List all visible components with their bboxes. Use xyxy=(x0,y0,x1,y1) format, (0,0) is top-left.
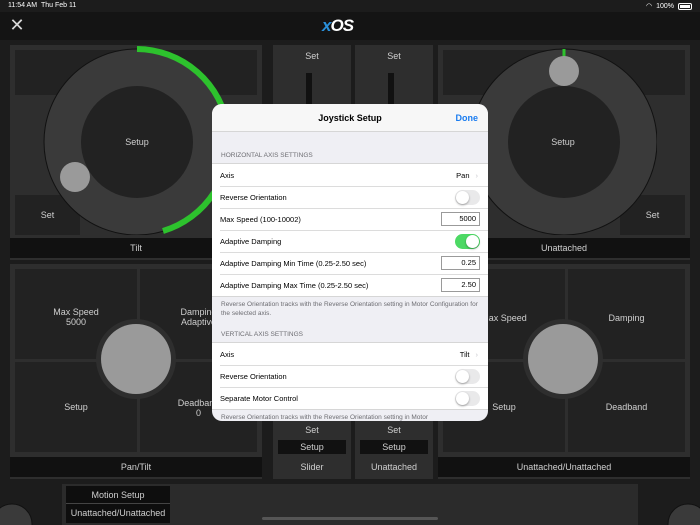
adaptive-damping-row: Adaptive Damping xyxy=(212,230,488,252)
close-icon[interactable]: ✕ xyxy=(8,16,26,34)
vertical-reverse-toggle[interactable] xyxy=(455,369,480,384)
unattached-mid-caption: Unattached xyxy=(370,462,418,472)
pan-tilt-joystick-knob[interactable] xyxy=(95,318,177,400)
home-indicator xyxy=(262,517,438,520)
tilt-setup-label[interactable]: Setup xyxy=(110,137,164,147)
horizontal-section-header: HORIZONTAL AXIS SETTINGS xyxy=(221,152,313,159)
max-speed-input[interactable]: 5000 xyxy=(441,212,480,226)
right-setup-label[interactable]: Setup xyxy=(536,137,590,147)
slider-caption: Slider xyxy=(300,462,324,472)
horizontal-max-speed-row: Max Speed (100-10002) 5000 xyxy=(212,208,488,230)
pan-tilt-caption: Pan/Tilt xyxy=(10,457,262,477)
motion-assignment-label: Unattached/Unattached xyxy=(70,508,166,518)
unattached-lower-set[interactable]: Set xyxy=(355,425,433,435)
status-time-date: 11:54 AM Thu Feb 11 xyxy=(8,2,77,9)
unattached-setup-button[interactable]: Setup xyxy=(360,440,428,454)
separate-motor-row: Separate Motor Control xyxy=(212,387,488,409)
right-edge-dial xyxy=(667,503,700,525)
right-lower-joystick-knob[interactable] xyxy=(522,318,604,400)
unattached-lower-panel: Set Setup Unattached xyxy=(355,420,433,479)
adaptive-max-time-row: Adaptive Damping Max Time (0.25-2.50 sec… xyxy=(212,274,488,296)
slider-setup-button[interactable]: Setup xyxy=(278,440,346,454)
battery-percent: 100% xyxy=(656,2,674,10)
horizontal-reverse-toggle[interactable] xyxy=(455,190,480,205)
right-lower-caption: Unattached/Unattached xyxy=(438,457,690,477)
modal-title: Joystick Setup xyxy=(318,113,382,123)
vertical-axis-row[interactable]: Axis Tilt › xyxy=(212,343,488,365)
adaptive-min-time-row: Adaptive Damping Min Time (0.25-2.50 sec… xyxy=(212,252,488,274)
max-time-input[interactable]: 2.50 xyxy=(441,278,480,292)
motion-setup-button[interactable]: Motion Setup xyxy=(66,490,170,500)
status-right: ◠ 100% xyxy=(646,2,692,10)
motion-setup-tile[interactable]: Motion Setup Unattached/Unattached xyxy=(66,486,170,523)
vertical-reverse-row: Reverse Orientation xyxy=(212,365,488,387)
status-bar: 11:54 AM Thu Feb 11 ◠ 100% xyxy=(0,0,700,12)
min-time-input[interactable]: 0.25 xyxy=(441,256,480,270)
wifi-icon: ◠ xyxy=(645,3,653,10)
done-button[interactable]: Done xyxy=(456,113,479,123)
separate-motor-toggle[interactable] xyxy=(455,391,480,406)
slider-set-label[interactable]: Set xyxy=(273,51,351,61)
vertical-section-header: VERTICAL AXIS SETTINGS xyxy=(221,331,303,338)
slider-lower-set[interactable]: Set xyxy=(273,425,351,435)
horizontal-footer-note: Reverse Orientation tracks with the Reve… xyxy=(221,301,478,317)
motion-setup-divider xyxy=(66,503,170,504)
horizontal-reverse-row: Reverse Orientation xyxy=(212,186,488,208)
unattached-set-label[interactable]: Set xyxy=(355,51,433,61)
adaptive-damping-toggle[interactable] xyxy=(455,234,480,249)
horizontal-settings-group: Axis Pan › Reverse Orientation Max Speed … xyxy=(212,163,488,297)
horizontal-axis-row[interactable]: Axis Pan › xyxy=(212,164,488,186)
app-logo: xOS xyxy=(322,16,354,35)
vertical-footer-note: Reverse Orientation tracks with the Reve… xyxy=(221,414,429,421)
top-bar: ✕ xOS xyxy=(0,12,700,40)
vertical-settings-group: Axis Tilt › Reverse Orientation Separate … xyxy=(212,342,488,410)
chevron-right-icon: › xyxy=(475,350,479,359)
modal-header: Joystick Setup Done xyxy=(212,104,488,132)
slider-lower-panel: Set Setup Slider xyxy=(273,420,351,479)
joystick-setup-modal: Joystick Setup Done HORIZONTAL AXIS SETT… xyxy=(212,104,488,421)
chevron-right-icon: › xyxy=(475,171,479,180)
battery-icon xyxy=(678,2,692,10)
left-edge-dial xyxy=(0,503,33,525)
